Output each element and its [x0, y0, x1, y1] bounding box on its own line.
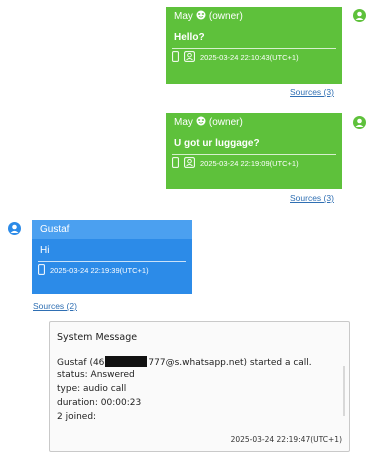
call-initiator-line: Gustaf (46 777@s.whatsapp.net) started a … [57, 356, 312, 368]
call-type: type: audio call [57, 384, 127, 394]
message-timestamp: 2025-03-24 22:10:43(UTC+1) [200, 53, 299, 62]
phone-icon [172, 51, 179, 64]
owner-avatar-icon [353, 9, 366, 22]
contact-avatar-icon [8, 222, 21, 235]
message-footer: 2025-03-24 22:10:43(UTC+1) [166, 49, 342, 66]
redaction-block [105, 356, 148, 367]
message-text: Hello? [174, 31, 205, 43]
message-text: Hi [40, 244, 50, 256]
sender-name: May [174, 117, 193, 128]
message-header: May (owner) [166, 113, 342, 132]
phone-icon [38, 264, 45, 277]
message-bubble-owner[interactable]: May (owner) U got ur luggage? 2025-03-24… [166, 113, 342, 189]
sender-role: (owner) [208, 117, 243, 128]
sources-link[interactable]: Sources (2) [33, 301, 77, 311]
message-text: U got ur luggage? [174, 137, 260, 149]
call-duration: duration: 00:00:23 [57, 398, 142, 408]
sticker-emoji-icon [196, 10, 206, 23]
owner-avatar-icon [353, 116, 366, 129]
message-footer: 2025-03-24 22:19:39(UTC+1) [32, 262, 192, 279]
sources-link[interactable]: Sources (3) [290, 193, 334, 203]
call-joined: 2 joined: [57, 412, 97, 422]
caller-suffix: 777@s.whatsapp.net) started a call. [148, 358, 312, 368]
sources-link[interactable]: Sources (3) [290, 87, 334, 97]
sender-name: Gustaf [40, 224, 70, 235]
call-status: status: Answered [57, 370, 135, 380]
message-timestamp: 2025-03-24 22:19:39(UTC+1) [50, 266, 149, 275]
message-bubble-owner[interactable]: May (owner) Hello? 2025-03-24 22:10:43(U… [166, 7, 342, 84]
scrollbar[interactable] [343, 366, 345, 416]
message-header: Gustaf [32, 220, 192, 239]
contacts-icon [184, 157, 195, 170]
system-message-title: System Message [57, 332, 138, 343]
message-bubble-contact[interactable]: Gustaf Hi 2025-03-24 22:19:39(UTC+1) [32, 220, 192, 294]
system-message-timestamp: 2025-03-24 22:19:47(UTC+1) [230, 435, 342, 444]
sender-name: May [174, 11, 193, 22]
caller-prefix: Gustaf (46 [57, 358, 105, 368]
message-header: May (owner) [166, 7, 342, 26]
message-timestamp: 2025-03-24 22:19:09(UTC+1) [200, 159, 299, 168]
message-footer: 2025-03-24 22:19:09(UTC+1) [166, 155, 342, 172]
sender-role: (owner) [208, 11, 243, 22]
phone-icon [172, 157, 179, 170]
system-message-card: System Message Gustaf (46 777@s.whatsapp.… [49, 321, 350, 452]
contacts-icon [184, 51, 195, 64]
sticker-emoji-icon [196, 116, 206, 129]
